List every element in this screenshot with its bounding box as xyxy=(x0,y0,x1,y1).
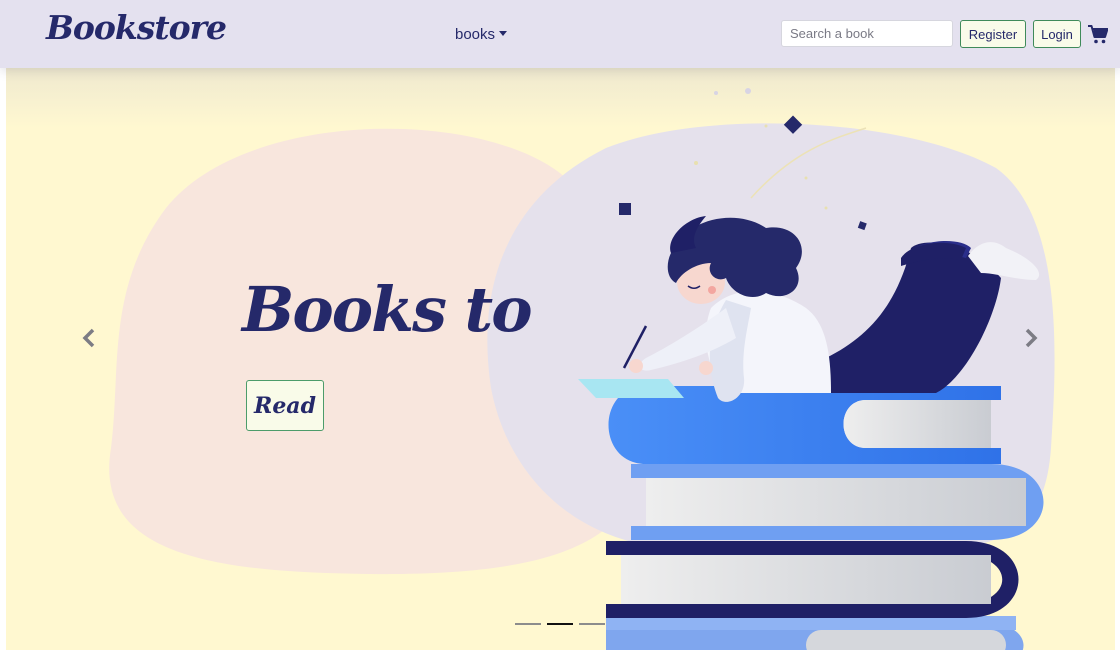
carousel-indicator[interactable] xyxy=(515,623,541,625)
shopping-cart-icon[interactable] xyxy=(1088,25,1108,44)
register-button[interactable]: Register xyxy=(960,20,1026,48)
chevron-right-icon[interactable] xyxy=(1022,326,1040,350)
carousel-indicators xyxy=(515,623,605,625)
carousel-indicator[interactable] xyxy=(547,623,573,625)
brand-logo[interactable]: Bookstore xyxy=(46,8,227,47)
login-button[interactable]: Login xyxy=(1033,20,1081,48)
search-input[interactable] xyxy=(781,20,953,47)
books-dropdown[interactable]: books xyxy=(455,26,508,43)
hero-carousel: Books to Read xyxy=(6,68,1115,650)
caret-down-icon xyxy=(499,31,508,36)
reading-girl-illustration xyxy=(109,88,1055,650)
navbar: Bookstore books Register Login xyxy=(0,0,1120,68)
hero-title: Books to xyxy=(242,273,533,346)
read-button[interactable]: Read xyxy=(246,380,324,431)
carousel-indicator[interactable] xyxy=(579,623,605,625)
chevron-left-icon[interactable] xyxy=(80,326,98,350)
books-dropdown-label: books xyxy=(455,26,496,43)
